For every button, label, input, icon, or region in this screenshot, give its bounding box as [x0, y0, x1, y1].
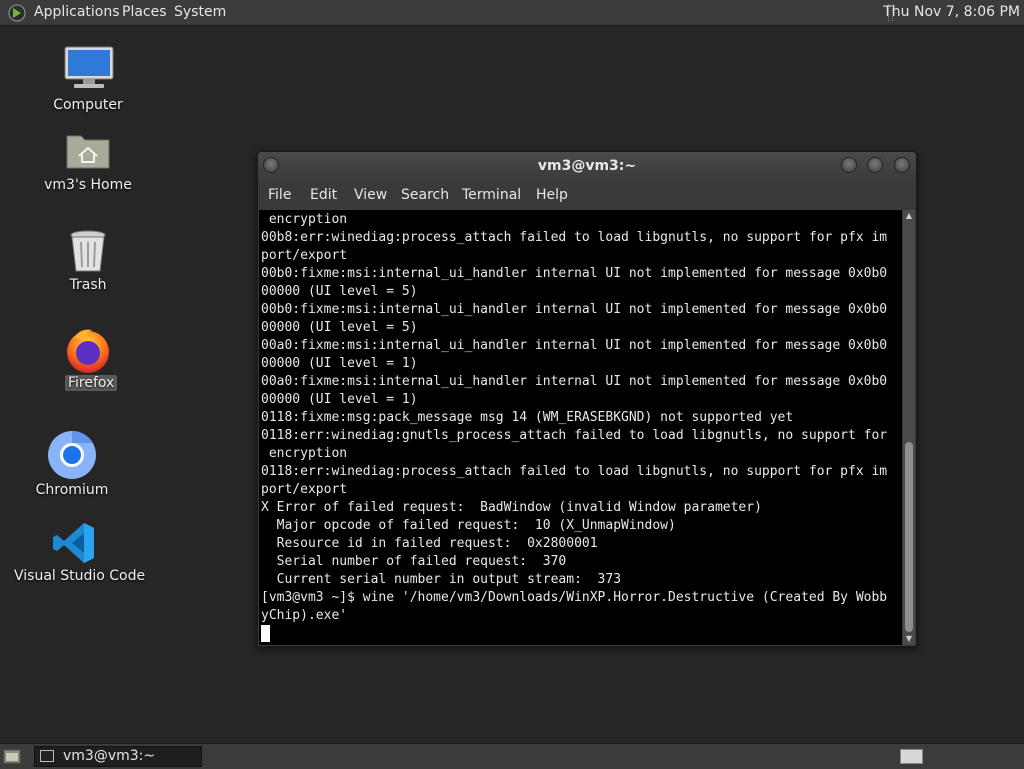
minimize-button[interactable]	[841, 157, 857, 173]
show-desktop-icon[interactable]	[3, 748, 21, 764]
workspace-switcher[interactable]	[900, 749, 923, 764]
terminal-icon	[40, 750, 54, 762]
terminal-output-area[interactable]: encryption 00b8:err:winediag:process_att…	[259, 210, 902, 645]
menu-terminal[interactable]: Terminal	[462, 180, 521, 210]
top-panel: Applications Places System Thu Nov 7, 8:…	[0, 0, 1024, 26]
terminal-output: encryption 00b8:err:winediag:process_att…	[261, 212, 888, 623]
desktop-icon-trash[interactable]: Trash	[40, 228, 136, 296]
system-menu[interactable]: System	[174, 0, 226, 25]
desktop-icon-label: Trash	[69, 277, 107, 293]
scroll-down-arrow-icon[interactable]: ▼	[903, 633, 915, 645]
home-folder-icon	[66, 135, 110, 169]
menu-view[interactable]: View	[354, 180, 387, 210]
desktop-icon-chromium[interactable]: Chromium	[24, 430, 120, 500]
terminal-window[interactable]: vm3@vm3:~ File Edit View Search Terminal…	[257, 151, 917, 647]
menu-help[interactable]: Help	[536, 180, 568, 210]
desktop-icon-label: vm3's Home	[44, 177, 132, 193]
scrollbar-thumb[interactable]	[905, 442, 913, 632]
applications-logo-icon[interactable]	[8, 4, 26, 22]
scroll-up-arrow-icon[interactable]: ▲	[903, 210, 915, 222]
taskbar-window-button[interactable]: vm3@vm3:~	[34, 746, 202, 767]
desktop-icon-label: Computer	[53, 97, 123, 113]
bottom-panel: vm3@vm3:~	[0, 743, 1024, 769]
menu-search[interactable]: Search	[401, 180, 449, 210]
terminal-title: vm3@vm3:~	[537, 158, 637, 174]
terminal-cursor	[261, 625, 270, 642]
menu-edit[interactable]: Edit	[310, 180, 337, 210]
menu-file[interactable]: File	[268, 180, 291, 210]
taskbar-window-label: vm3@vm3:~	[63, 748, 156, 764]
desktop-icon-home[interactable]: vm3's Home	[40, 128, 136, 196]
places-menu[interactable]: Places	[122, 0, 167, 25]
desktop-icon-label: Chromium	[35, 482, 109, 498]
desktop-icon-label: Visual Studio Code	[14, 568, 146, 584]
trash-icon	[70, 230, 106, 272]
terminal-titlebar[interactable]: vm3@vm3:~	[258, 152, 916, 180]
desktop-icon-computer[interactable]: Computer	[40, 44, 136, 116]
chromium-icon	[48, 430, 96, 479]
applications-menu[interactable]: Applications	[34, 0, 120, 25]
clock[interactable]: Thu Nov 7, 8:06 PM	[883, 0, 1020, 25]
close-button[interactable]	[894, 157, 910, 173]
maximize-button[interactable]	[867, 157, 883, 173]
firefox-icon	[67, 329, 109, 373]
desktop-icon-vscode[interactable]: Visual Studio Code	[14, 520, 146, 590]
desktop-icon-firefox[interactable]: Firefox	[40, 326, 136, 396]
visual-studio-code-icon	[53, 523, 94, 563]
desktop-icon-label: Firefox	[65, 375, 118, 391]
terminal-scrollbar[interactable]: ▲ ▼	[903, 210, 915, 645]
terminal-menubar: File Edit View Search Terminal Help	[258, 180, 916, 210]
computer-icon	[64, 46, 114, 88]
